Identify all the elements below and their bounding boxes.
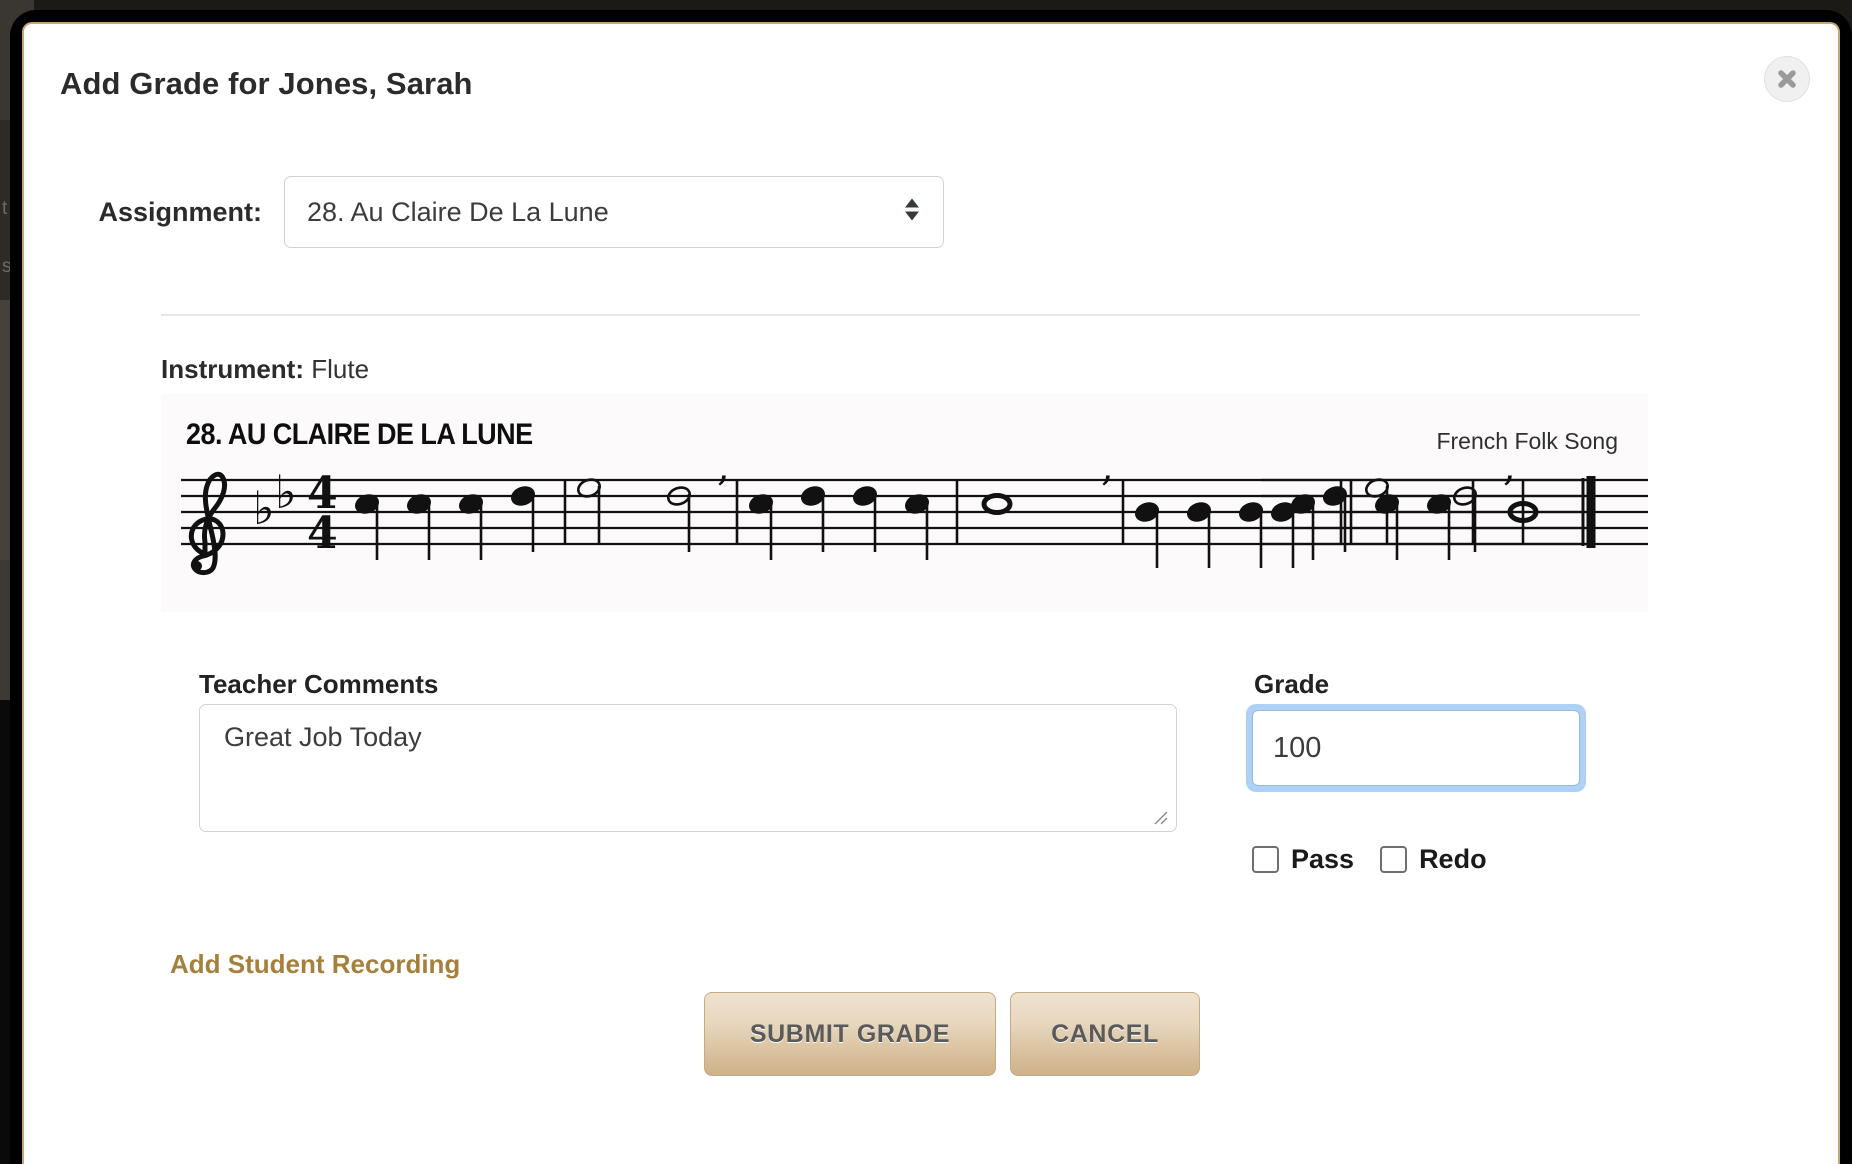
redo-checkbox-label: Redo (1419, 844, 1487, 874)
add-grade-dialog: Add Grade for Jones, Sarah Assignment: 2… (22, 22, 1840, 1164)
section-divider (161, 314, 1640, 316)
breath-mark: , (1101, 450, 1114, 490)
assignment-select[interactable]: 28. Au Claire De La Lune (284, 176, 944, 248)
submit-grade-button[interactable]: SUBMIT GRADE (704, 992, 996, 1076)
svg-text:♭: ♭ (253, 481, 275, 535)
redo-checkbox[interactable] (1380, 846, 1408, 873)
pass-checkbox[interactable] (1252, 846, 1279, 873)
cancel-button[interactable]: CANCEL (1010, 992, 1200, 1076)
svg-text:4: 4 (307, 508, 338, 559)
key-signature-flats: ♭ ♭ (253, 465, 297, 535)
add-student-recording-link[interactable]: Add Student Recording (170, 949, 460, 980)
dialog-title: Add Grade for Jones, Sarah (60, 66, 473, 101)
grade-input-focus-ring (1246, 704, 1586, 792)
grade-input[interactable] (1252, 710, 1580, 786)
assignment-row: Assignment: 28. Au Claire De La Lune (60, 176, 944, 248)
close-icon[interactable] (1764, 56, 1810, 102)
dialog-button-row: SUBMIT GRADE CANCEL (704, 992, 1200, 1076)
close-x-icon (1778, 70, 1796, 88)
grade-label: Grade (1254, 669, 1330, 699)
background-ghost-text-1: t (2, 198, 8, 219)
time-signature: 4 4 (307, 468, 338, 559)
teacher-comments-label: Teacher Comments (199, 669, 439, 699)
instrument-line: Instrument: Flute (161, 354, 369, 385)
breath-mark: , (717, 450, 730, 490)
instrument-value: Flute (311, 354, 370, 384)
svg-text:♭: ♭ (275, 465, 297, 519)
instrument-label: Instrument: (161, 354, 304, 384)
sheet-music-title: 28. AU CLAIRE DE LA LUNE (186, 418, 533, 451)
sheet-music-panel: 28. AU CLAIRE DE LA LUNE French Folk Son… (161, 394, 1648, 612)
redo-checkbox-group[interactable]: Redo (1380, 844, 1487, 875)
assignment-label: Assignment: (98, 196, 262, 227)
pass-checkbox-group[interactable]: Pass (1252, 844, 1354, 875)
treble-clef-icon (188, 471, 228, 576)
pass-checkbox-label: Pass (1291, 844, 1355, 874)
grade-checkbox-row: Pass Redo (1252, 844, 1487, 875)
music-staff-notation-tail (1261, 476, 1596, 568)
assignment-select-wrapper: 28. Au Claire De La Lune (284, 176, 944, 248)
teacher-comments-input[interactable] (199, 704, 1177, 832)
